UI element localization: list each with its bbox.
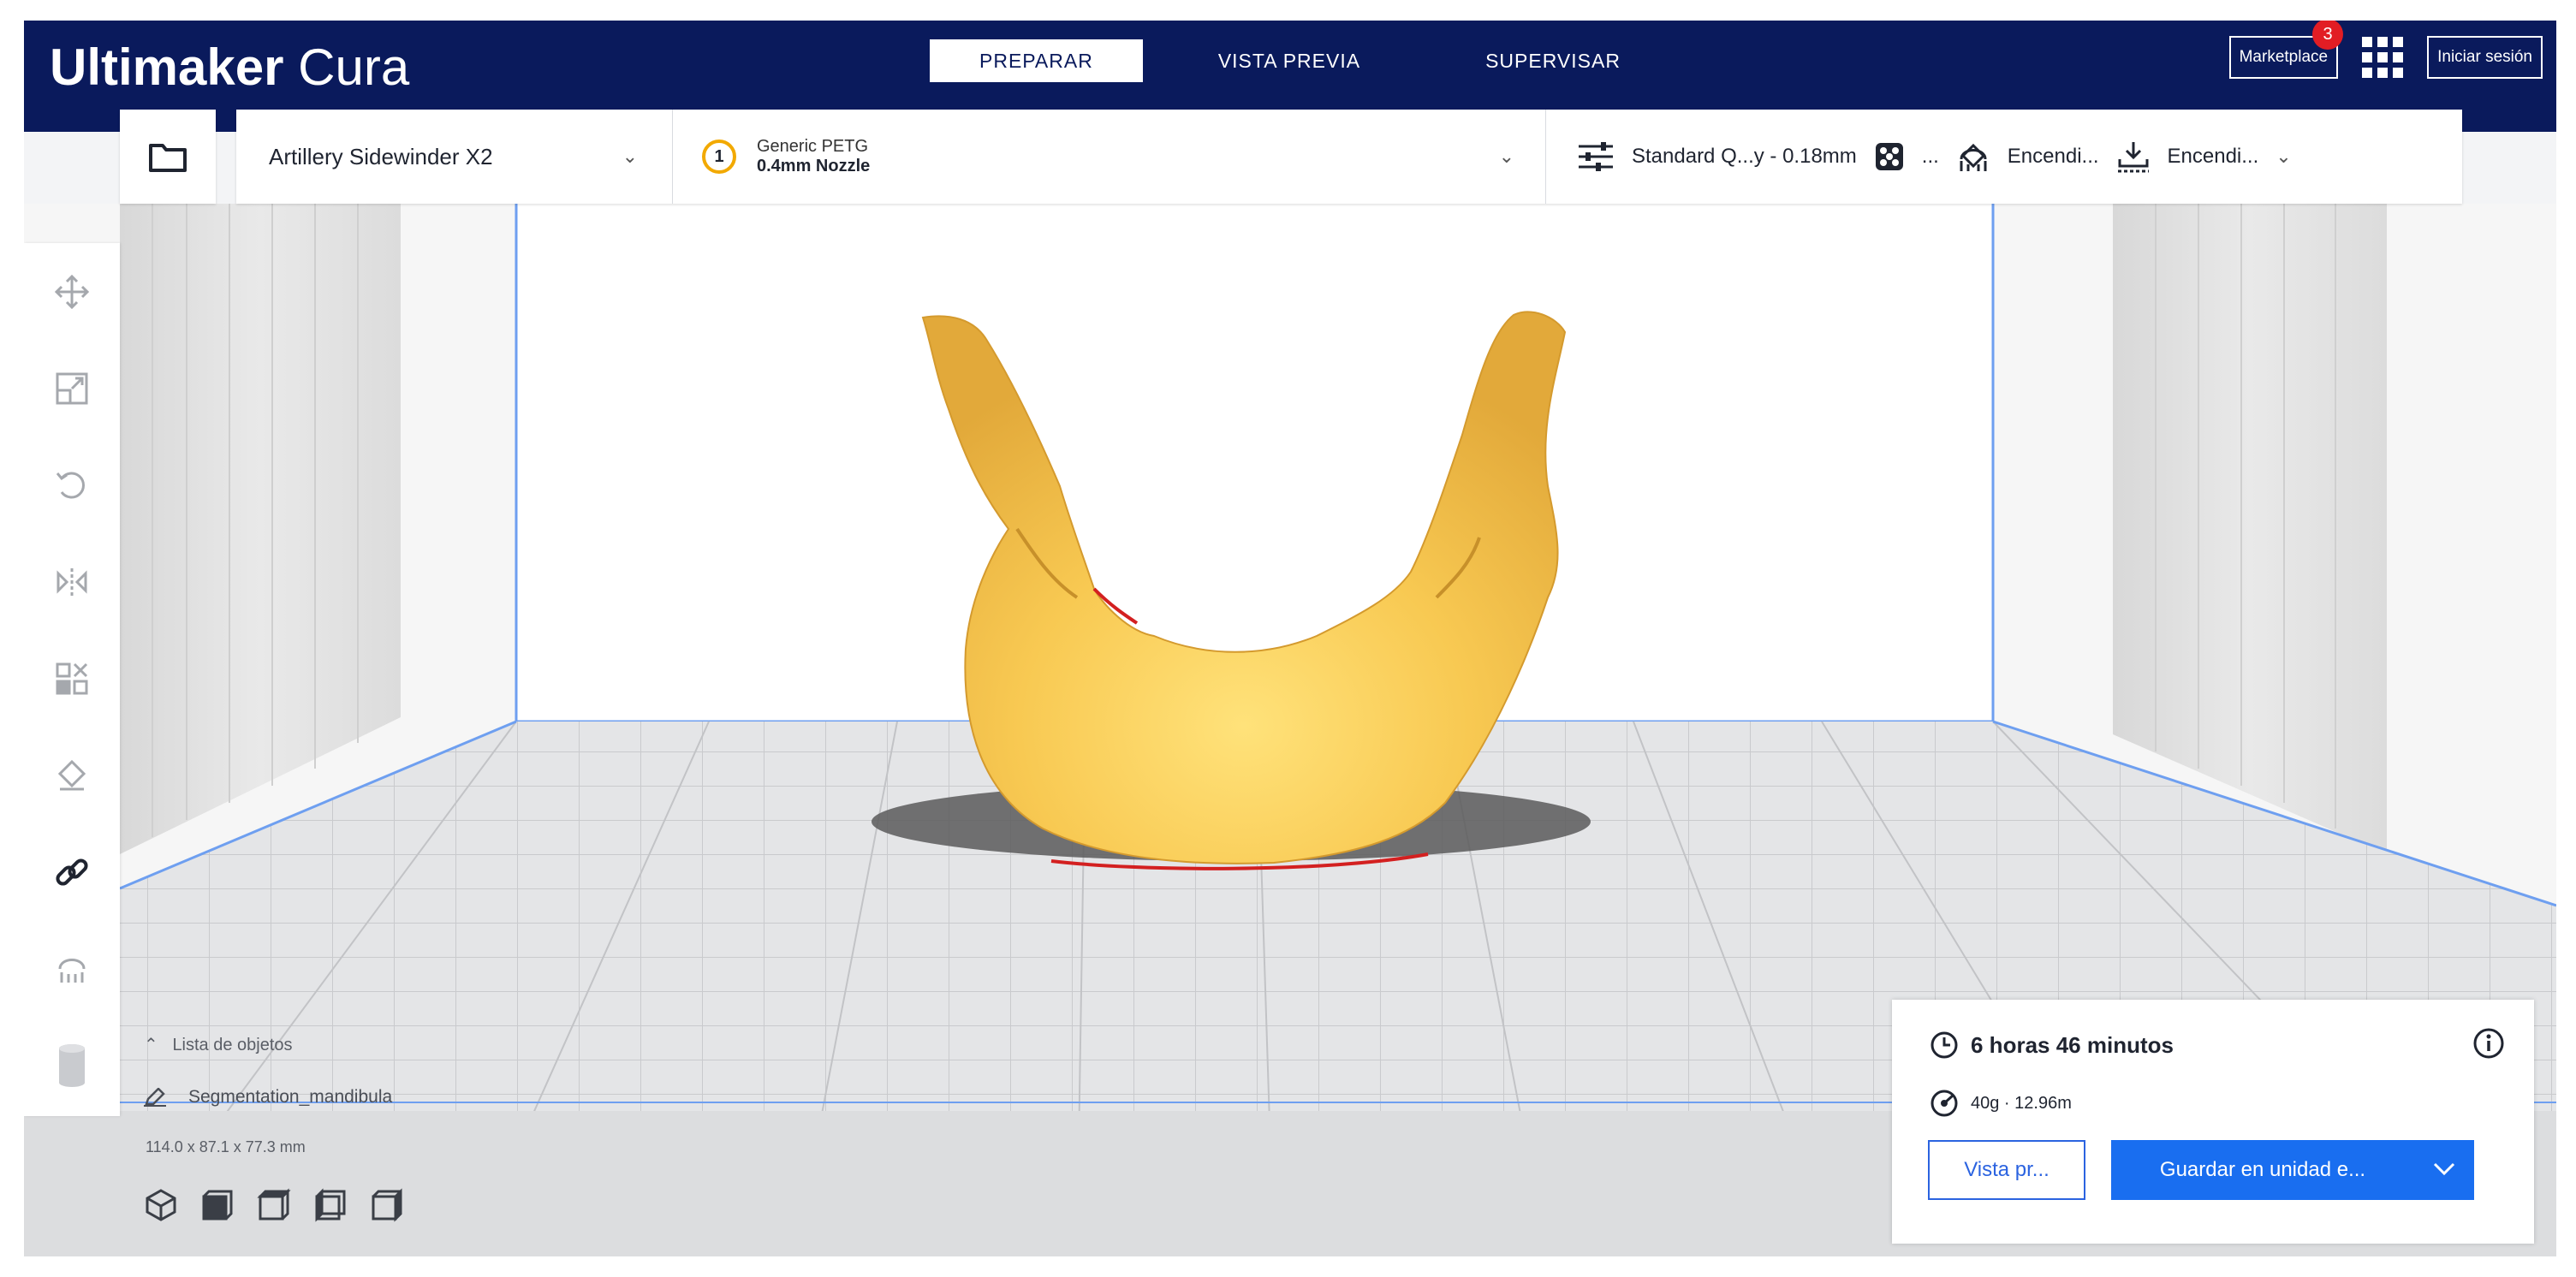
custom-support-icon[interactable] [24, 920, 120, 1017]
marketplace-button[interactable]: Marketplace 3 [2228, 21, 2344, 79]
material-usage: 40g · 12.96m [1930, 1089, 2072, 1118]
sliders-icon [1579, 142, 1613, 171]
infill-icon [1875, 143, 1903, 170]
tab-vista-previa[interactable]: VISTA PREVIA [1169, 39, 1410, 82]
chevron-down-icon: ⌄ [622, 146, 638, 167]
header-actions: Marketplace 3 Iniciar sesión [2228, 21, 2543, 79]
object-name: Segmentation_mandibula [188, 1087, 393, 1107]
print-time-value: 6 horas 46 minutos [1971, 1031, 2174, 1058]
spool-icon [1931, 1090, 1958, 1117]
clock-icon [1931, 1031, 1958, 1059]
cura-window: Ultimaker Cura PREPARAR VISTA PREVIA SUP… [24, 21, 2556, 1256]
infill-value: ... [1921, 145, 1939, 168]
top-view-icon[interactable] [257, 1188, 291, 1222]
per-model-settings-icon[interactable] [24, 630, 120, 727]
material-usage-value: 40g · 12.96m [1971, 1093, 2072, 1113]
profile-name: Standard Q...y - 0.18mm [1632, 145, 1857, 168]
mirror-icon[interactable] [24, 533, 120, 630]
print-setup-toolbar: Artillery Sidewinder X2 ⌄ 1 Generic PETG… [120, 110, 2462, 204]
print-time: 6 horas 46 minutos [1930, 1031, 2174, 1060]
apps-grid-icon[interactable] [2362, 37, 2404, 78]
front-view-icon[interactable] [200, 1188, 235, 1222]
nozzle-size: 0.4mm Nozzle [757, 157, 871, 175]
print-settings-selector[interactable]: Standard Q...y - 0.18mm ... Encendi... E… [1546, 110, 2462, 204]
support-icon [1960, 143, 1987, 171]
adhesion-icon [2117, 142, 2149, 173]
open-file-button[interactable] [120, 110, 216, 204]
right-view-icon[interactable] [370, 1188, 404, 1222]
chevron-down-icon: ⌄ [2276, 146, 2292, 167]
object-list-toggle[interactable]: ⌃ Lista de objetos [144, 1034, 293, 1055]
camera-view-buttons [144, 1188, 404, 1222]
save-button-label: Guardar en unidad e... [2159, 1158, 2366, 1181]
rotate-icon[interactable] [24, 437, 120, 533]
chevron-down-icon: ⌄ [1498, 146, 1514, 167]
marketplace-label: Marketplace [2239, 48, 2329, 66]
tab-supervisar[interactable]: SUPERVISAR [1436, 39, 1670, 82]
extruder-icon: 1 [702, 140, 736, 174]
signin-button[interactable]: Iniciar sesión [2427, 36, 2543, 79]
move-icon[interactable] [24, 243, 120, 340]
adhesion-value: Encendi... [2167, 145, 2259, 168]
stage-tabs: PREPARAR VISTA PREVIA SUPERVISAR [930, 39, 1670, 82]
material-name: Generic PETG [757, 137, 869, 156]
toolbar-main: Artillery Sidewinder X2 ⌄ 1 Generic PETG… [236, 110, 2462, 204]
link-icon[interactable] [24, 823, 120, 920]
marketplace-badge: 3 [2312, 21, 2344, 50]
cylinder-icon[interactable] [24, 1017, 120, 1114]
chevron-up-icon: ⌃ [144, 1036, 158, 1054]
material-selector[interactable]: 1 Generic PETG 0.4mm Nozzle ⌄ [673, 110, 1546, 204]
info-icon[interactable] [2472, 1027, 2505, 1064]
tool-sidebar [24, 243, 120, 1116]
tab-preparar[interactable]: PREPARAR [930, 39, 1143, 82]
left-view-icon[interactable] [313, 1188, 348, 1222]
material-info: Generic PETG 0.4mm Nozzle [757, 137, 1499, 176]
printer-selector[interactable]: Artillery Sidewinder X2 ⌄ [236, 110, 673, 204]
folder-icon [149, 144, 187, 172]
support-value: Encendi... [2007, 145, 2099, 168]
preview-button[interactable]: Vista pr... [1928, 1140, 2085, 1200]
printer-name: Artillery Sidewinder X2 [269, 143, 493, 169]
object-dimensions: 114.0 x 87.1 x 77.3 mm [146, 1138, 306, 1155]
print-summary-panel: 6 horas 46 minutos 40g · 12.96m Vista pr… [1892, 1000, 2534, 1244]
save-to-drive-button[interactable]: Guardar en unidad e... [2111, 1140, 2474, 1200]
selected-object[interactable]: Segmentation_mandibula [144, 1087, 392, 1108]
app-logo: Ultimaker Cura [50, 39, 410, 96]
pencil-icon [144, 1088, 166, 1107]
3d-view-icon[interactable] [144, 1188, 178, 1222]
scale-icon[interactable] [24, 340, 120, 437]
object-list-label: Lista de objetos [172, 1036, 293, 1054]
chevron-down-icon[interactable] [2414, 1158, 2474, 1182]
support-blocker-icon[interactable] [24, 727, 120, 823]
